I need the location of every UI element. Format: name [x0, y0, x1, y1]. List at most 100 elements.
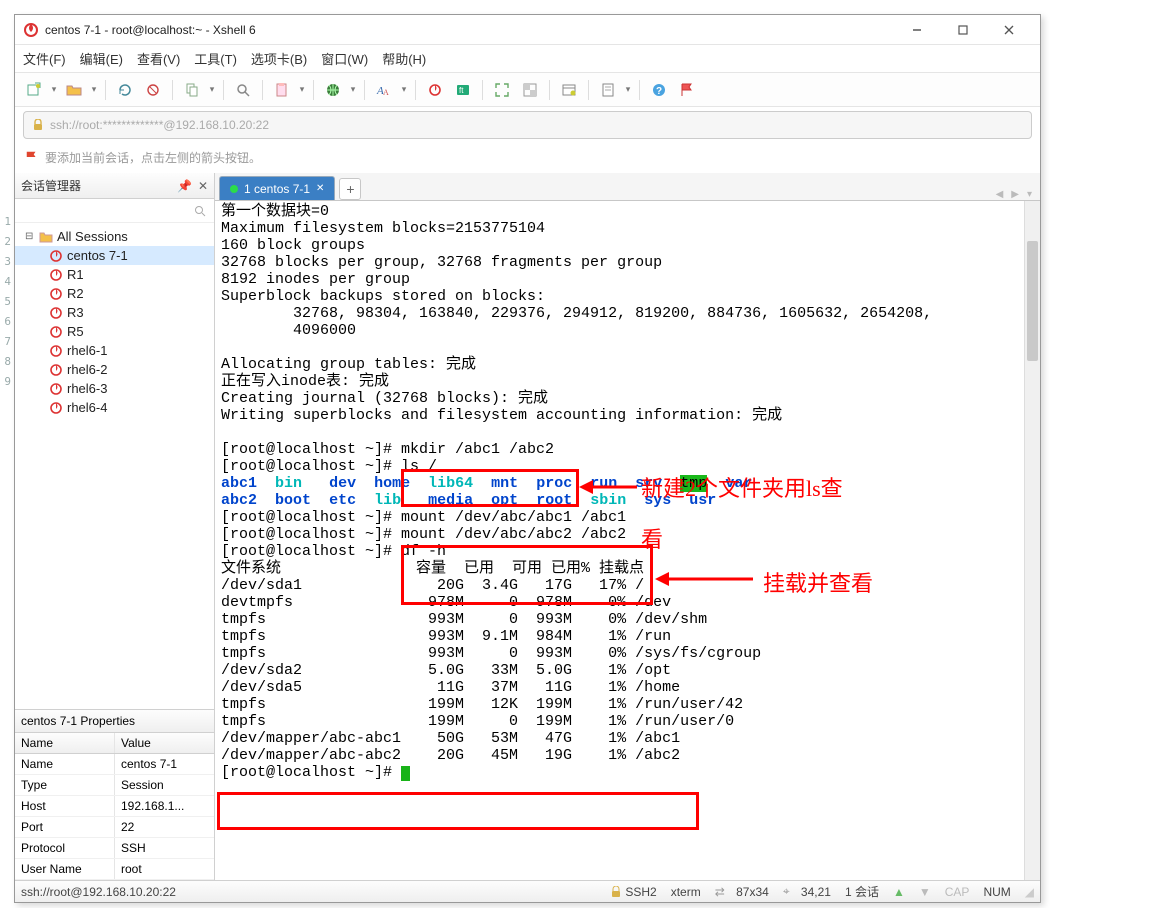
copy-button[interactable] [179, 77, 205, 103]
background-editor-gutter: 123 456 789 [0, 212, 13, 392]
paste-dropdown[interactable]: ▾ [297, 84, 307, 95]
status-dot-icon [230, 185, 238, 193]
flag-button[interactable] [674, 77, 700, 103]
session-tree[interactable]: ⊟ All Sessions centos 7-1 R1 R2 R3R5rhel6-1… [15, 223, 214, 709]
scroll-thumb[interactable] [1027, 241, 1038, 361]
sessions-panel-label: 会话管理器 [21, 177, 81, 194]
session-item[interactable]: R5 [15, 322, 214, 341]
status-down-icon[interactable]: ▼ [919, 885, 931, 899]
transparent-button[interactable] [517, 77, 543, 103]
address-bar[interactable]: ssh://root:*************@192.168.10.20:2… [23, 111, 1032, 139]
status-resize-grip[interactable]: ◢ [1025, 885, 1034, 899]
properties-panel: centos 7-1 Properties Name Value Namecen… [15, 709, 214, 880]
script-dropdown[interactable]: ▾ [623, 84, 633, 95]
prop-value: 192.168.1... [115, 796, 214, 816]
status-up-icon[interactable]: ▲ [893, 885, 905, 899]
collapse-icon[interactable]: ⊟ [25, 231, 35, 242]
app-window: centos 7-1 - root@localhost:~ - Xshell 6… [14, 14, 1041, 903]
font-dropdown[interactable]: ▾ [399, 84, 409, 95]
app-icon [23, 22, 39, 38]
new-session-dropdown[interactable]: ▾ [49, 84, 59, 95]
tab-prev-button[interactable]: ◀ [992, 189, 1008, 200]
tree-root-label: All Sessions [57, 229, 128, 244]
script-button[interactable] [595, 77, 621, 103]
session-label: rhel6-4 [67, 400, 107, 415]
help-button[interactable]: ? [646, 77, 672, 103]
prop-name: User Name [15, 859, 115, 879]
fullscreen-button[interactable] [489, 77, 515, 103]
find-button[interactable] [230, 77, 256, 103]
properties-title: centos 7-1 Properties [15, 710, 214, 733]
web-button[interactable] [320, 77, 346, 103]
menu-tools[interactable]: 工具(T) [194, 49, 237, 68]
disconnect-button[interactable] [140, 77, 166, 103]
tab-label: 1 centos 7-1 [244, 182, 310, 196]
flag-icon [25, 150, 39, 164]
svg-text:?: ? [656, 86, 662, 97]
web-dropdown[interactable]: ▾ [348, 84, 358, 95]
sessions-panel-title: 会话管理器 📌 ✕ [15, 173, 214, 199]
menu-tabs[interactable]: 选项卡(B) [251, 49, 307, 68]
xshell-button[interactable] [422, 77, 448, 103]
prop-header-value[interactable]: Value [115, 733, 214, 753]
menu-file[interactable]: 文件(F) [23, 49, 66, 68]
copy-dropdown[interactable]: ▾ [207, 84, 217, 95]
panel-close-icon[interactable]: ✕ [198, 179, 208, 193]
status-size: ⇄ 87x34 [715, 885, 769, 899]
session-label: R1 [67, 267, 84, 282]
annotation-box-mount [401, 545, 653, 605]
maximize-button[interactable] [940, 15, 986, 45]
prop-header-name[interactable]: Name [15, 733, 115, 753]
titlebar: centos 7-1 - root@localhost:~ - Xshell 6 [15, 15, 1040, 45]
session-item[interactable]: rhel6-4 [15, 398, 214, 417]
tab-add-button[interactable]: + [339, 178, 361, 200]
open-dropdown[interactable]: ▾ [89, 84, 99, 95]
session-item[interactable]: centos 7-1 [15, 246, 214, 265]
font-button[interactable]: AA [371, 77, 397, 103]
terminal[interactable]: 第一个数据块=0 Maximum filesystem blocks=21537… [215, 201, 1040, 880]
tab-next-button[interactable]: ▶ [1007, 189, 1023, 200]
menu-view[interactable]: 查看(V) [137, 49, 180, 68]
minimize-button[interactable] [894, 15, 940, 45]
status-cap: CAP [945, 885, 970, 899]
session-item[interactable]: R2 [15, 284, 214, 303]
tabstrip: 1 centos 7-1 ✕ + ◀ ▶ ▾ [215, 173, 1040, 201]
session-label: R2 [67, 286, 84, 301]
session-item[interactable]: rhel6-2 [15, 360, 214, 379]
annotation-text-2: 挂载并查看 [763, 566, 873, 598]
annotation-box-mapper [217, 792, 699, 830]
pin-icon[interactable]: 📌 [177, 179, 192, 193]
session-item[interactable]: rhel6-3 [15, 379, 214, 398]
statusbar: ssh://root@192.168.10.20:22 SSH2 xterm ⇄… [15, 880, 1040, 902]
session-item[interactable]: rhel6-1 [15, 341, 214, 360]
paste-button[interactable] [269, 77, 295, 103]
session-search[interactable] [15, 199, 214, 223]
xftp-button[interactable]: ft [450, 77, 476, 103]
session-icon [49, 401, 63, 415]
open-button[interactable] [61, 77, 87, 103]
reconnect-button[interactable] [112, 77, 138, 103]
menu-help[interactable]: 帮助(H) [382, 49, 426, 68]
tab-close-icon[interactable]: ✕ [316, 183, 324, 194]
scrollbar[interactable] [1024, 201, 1040, 880]
annotation-text-1: 新建2个文件夹用ls查 [641, 471, 843, 503]
prop-value: centos 7-1 [115, 754, 214, 774]
properties-button[interactable] [556, 77, 582, 103]
menu-edit[interactable]: 编辑(E) [80, 49, 123, 68]
session-icon [49, 287, 63, 301]
session-icon [49, 306, 63, 320]
arrow-icon-2 [655, 566, 755, 592]
prop-name: Name [15, 754, 115, 774]
menu-window[interactable]: 窗口(W) [321, 49, 368, 68]
tab-active[interactable]: 1 centos 7-1 ✕ [219, 176, 335, 200]
property-row: User Nameroot [15, 859, 214, 880]
prop-name: Port [15, 817, 115, 837]
session-item[interactable]: R3 [15, 303, 214, 322]
tab-menu-button[interactable]: ▾ [1023, 189, 1036, 200]
session-icon [49, 249, 63, 263]
new-session-button[interactable] [21, 77, 47, 103]
close-button[interactable] [986, 15, 1032, 45]
lock-icon [611, 886, 621, 898]
session-item[interactable]: R1 [15, 265, 214, 284]
tree-root[interactable]: ⊟ All Sessions [15, 227, 214, 246]
